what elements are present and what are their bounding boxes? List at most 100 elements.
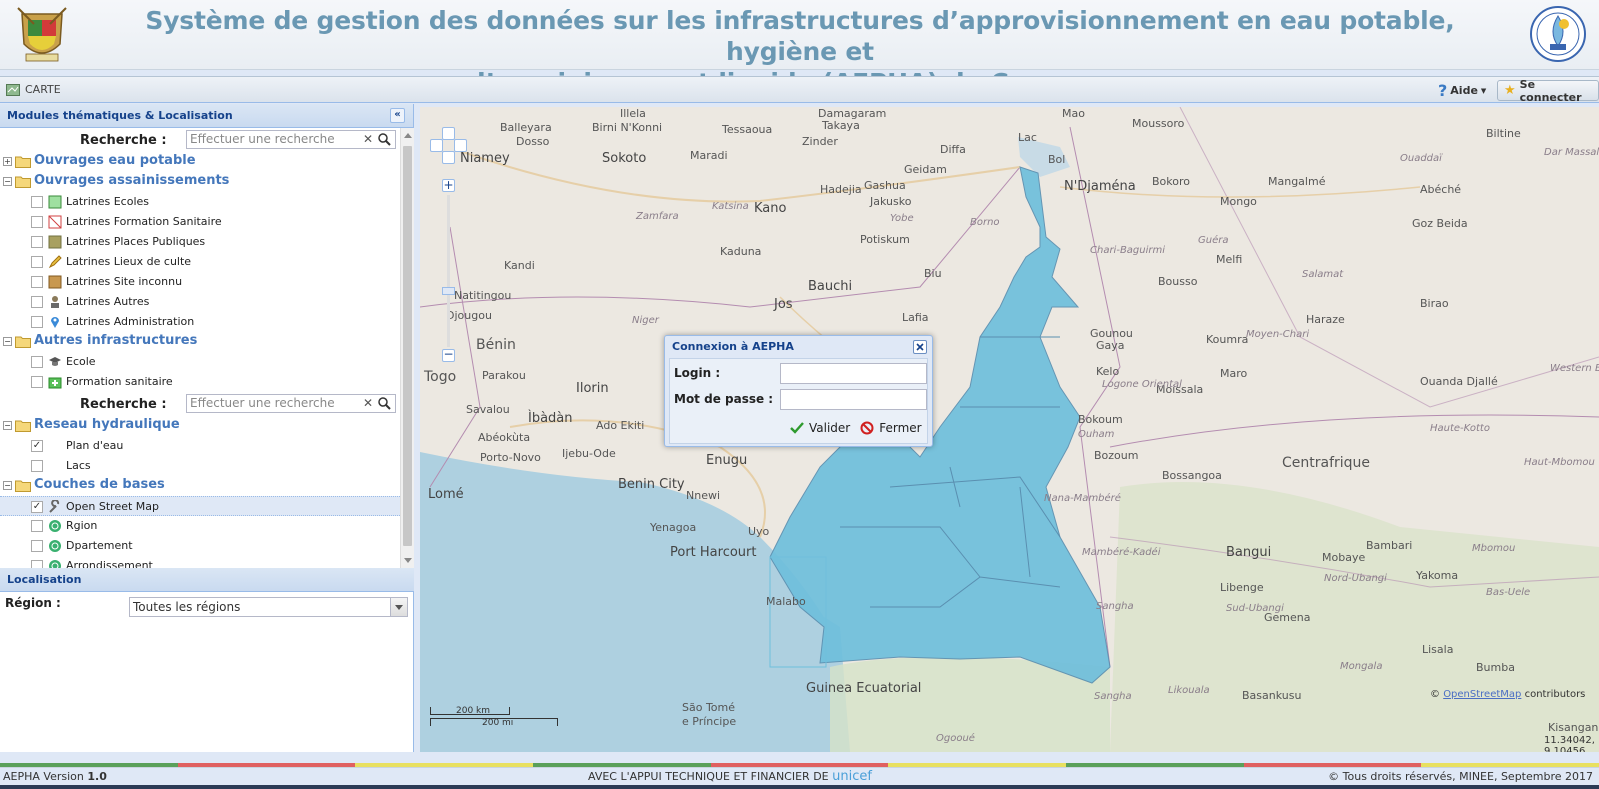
tree-item-arrondissement[interactable]: Arrondissement bbox=[0, 556, 400, 568]
tree-scrollbar[interactable] bbox=[400, 128, 414, 568]
tree-item-ecole[interactable]: Ecole bbox=[0, 352, 400, 372]
map-label: Kelo bbox=[1096, 365, 1120, 378]
collapse-icon[interactable]: − bbox=[3, 481, 12, 490]
map-label: Porto-Novo bbox=[480, 451, 541, 464]
layer-checkbox[interactable] bbox=[31, 256, 43, 268]
layer-checkbox[interactable]: ✓ bbox=[31, 440, 43, 452]
tree-item-latrines-site-inconnu[interactable]: Latrines Site inconnu bbox=[0, 272, 400, 292]
scroll-down-icon[interactable] bbox=[404, 558, 412, 563]
map-label: Haute-Kotto bbox=[1430, 423, 1490, 434]
map-view[interactable]: Illela Damagaram Takaya Balleyara Birni N'Ko… bbox=[420, 107, 1599, 752]
checkmark-icon bbox=[790, 422, 804, 434]
pan-down-icon[interactable] bbox=[442, 151, 455, 164]
aepha-logo bbox=[1530, 6, 1586, 62]
map-label: Bambari bbox=[1366, 539, 1413, 552]
tree-group-ouvrages-eau-potable[interactable]: + Ouvrages eau potable bbox=[0, 152, 400, 172]
tab-carte[interactable]: CARTE bbox=[6, 83, 61, 96]
clear-icon[interactable]: ✕ bbox=[363, 131, 373, 148]
close-icon[interactable] bbox=[913, 340, 927, 354]
login-field[interactable] bbox=[780, 363, 927, 384]
map-label: Haut-Mbomou bbox=[1524, 457, 1595, 468]
pan-up-icon[interactable] bbox=[442, 127, 455, 140]
layer-checkbox[interactable] bbox=[31, 560, 43, 568]
map-icon bbox=[6, 83, 20, 96]
search-input[interactable]: Effectuer une recherche ✕ bbox=[186, 394, 396, 413]
map-label: Birni N'Konni bbox=[592, 121, 663, 134]
tree-item-open-street-map[interactable]: ✓ Open Street Map bbox=[0, 496, 400, 516]
tree-group-ouvrages-assainissements[interactable]: − Ouvrages assainissements bbox=[0, 172, 400, 192]
osm-link[interactable]: OpenStreetMap bbox=[1443, 689, 1521, 700]
layer-checkbox[interactable] bbox=[31, 540, 43, 552]
tree-group-reseau-hydraulique[interactable]: − Reseau hydraulique bbox=[0, 416, 400, 436]
tree-item-latrines-places-publiques[interactable]: Latrines Places Publiques bbox=[0, 232, 400, 252]
clear-icon[interactable]: ✕ bbox=[363, 395, 373, 412]
map-label: Benin City bbox=[618, 477, 685, 492]
tree-group-autres-infrastructures[interactable]: − Autres infrastructures bbox=[0, 332, 400, 352]
layer-checkbox[interactable] bbox=[31, 356, 43, 368]
tree-item-plan-d-eau[interactable]: ✓ Plan d'eau bbox=[0, 436, 400, 456]
layer-checkbox[interactable] bbox=[31, 460, 43, 472]
map-label: Guinea Ecuatorial bbox=[806, 681, 922, 696]
pencil-icon bbox=[48, 255, 62, 269]
layer-checkbox[interactable] bbox=[31, 376, 43, 388]
map-label: Potiskum bbox=[860, 233, 910, 246]
tree-item-latrines-lieux-de-culte[interactable]: Latrines Lieux de culte bbox=[0, 252, 400, 272]
tree-item-formation-sanitaire[interactable]: Formation sanitaire bbox=[0, 372, 400, 392]
map-label: Kaduna bbox=[720, 245, 762, 258]
login-button[interactable]: ★ Se connecter bbox=[1497, 78, 1599, 104]
tree-group-couches-de-bases[interactable]: − Couches de bases bbox=[0, 476, 400, 496]
collapse-icon[interactable]: − bbox=[3, 177, 12, 186]
zoom-out-button[interactable]: − bbox=[442, 348, 455, 362]
region-select[interactable]: Toutes les régions bbox=[129, 597, 408, 617]
folder-icon bbox=[15, 175, 31, 188]
sponsor-info: AVEC L'APPUI TECHNIQUE ET FINANCIER DE u… bbox=[588, 768, 872, 785]
collapse-icon[interactable]: − bbox=[3, 421, 12, 430]
zoom-slider-handle[interactable] bbox=[442, 287, 455, 295]
map-label: Yakoma bbox=[1416, 569, 1459, 582]
zoom-slider-track[interactable] bbox=[447, 195, 450, 347]
layer-checkbox[interactable] bbox=[31, 296, 43, 308]
pan-right-icon[interactable] bbox=[454, 139, 467, 152]
search-input[interactable]: Effectuer une recherche ✕ bbox=[186, 130, 396, 149]
tree-item-lacs[interactable]: Lacs bbox=[0, 456, 400, 476]
layer-checkbox[interactable] bbox=[31, 276, 43, 288]
search-icon[interactable] bbox=[377, 132, 391, 146]
attribution-prefix: © bbox=[1430, 689, 1440, 700]
tree-item-latrines-autres[interactable]: Latrines Autres bbox=[0, 292, 400, 312]
tree-item-latrines-administration[interactable]: Latrines Administration bbox=[0, 312, 400, 332]
pan-left-icon[interactable] bbox=[430, 139, 443, 152]
collapse-icon[interactable]: − bbox=[3, 337, 12, 346]
tree-item-label: Latrines Places Publiques bbox=[66, 235, 206, 248]
search-placeholder: Effectuer une recherche bbox=[190, 132, 335, 146]
zoom-in-button[interactable]: + bbox=[442, 179, 455, 192]
collapse-panel-button[interactable]: « bbox=[390, 108, 405, 123]
search-icon[interactable] bbox=[377, 396, 391, 410]
map-label: Bénin bbox=[476, 337, 516, 353]
scrollbar-thumb[interactable] bbox=[403, 146, 412, 546]
tree-item-rgion[interactable]: Rgion bbox=[0, 516, 400, 536]
tree-item-latrines-ecoles[interactable]: Latrines Ecoles bbox=[0, 192, 400, 212]
layer-checkbox[interactable] bbox=[31, 196, 43, 208]
layer-checkbox[interactable] bbox=[31, 316, 43, 328]
layer-checkbox[interactable] bbox=[31, 216, 43, 228]
tree-item-dpartement[interactable]: Dpartement bbox=[0, 536, 400, 556]
tree-item-label: Dpartement bbox=[66, 539, 133, 552]
map-label: Guéra bbox=[1198, 235, 1229, 246]
tree-item-latrines-formation-sanitaire[interactable]: Latrines Formation Sanitaire bbox=[0, 212, 400, 232]
help-menu-button[interactable]: ? Aide ▼ bbox=[1438, 81, 1486, 100]
password-field[interactable] bbox=[780, 389, 927, 410]
layer-checkbox[interactable]: ✓ bbox=[31, 501, 43, 513]
chevron-down-icon[interactable] bbox=[390, 598, 407, 616]
close-dialog-button[interactable]: Fermer bbox=[860, 419, 922, 437]
map-label: Nnewi bbox=[686, 489, 721, 502]
map-label: Ogooué bbox=[936, 733, 975, 744]
layer-checkbox[interactable] bbox=[31, 236, 43, 248]
scroll-up-icon[interactable] bbox=[404, 133, 412, 138]
expand-icon[interactable]: + bbox=[3, 157, 12, 166]
mouse-coordinates: 11.34042, 9.10456 bbox=[1544, 735, 1595, 752]
layer-checkbox[interactable] bbox=[31, 520, 43, 532]
map-label: Kandi bbox=[504, 259, 535, 272]
map-label: Jos bbox=[774, 297, 793, 312]
validate-button[interactable]: Valider bbox=[790, 419, 850, 437]
login-dialog-buttons: Valider Fermer bbox=[790, 419, 922, 437]
